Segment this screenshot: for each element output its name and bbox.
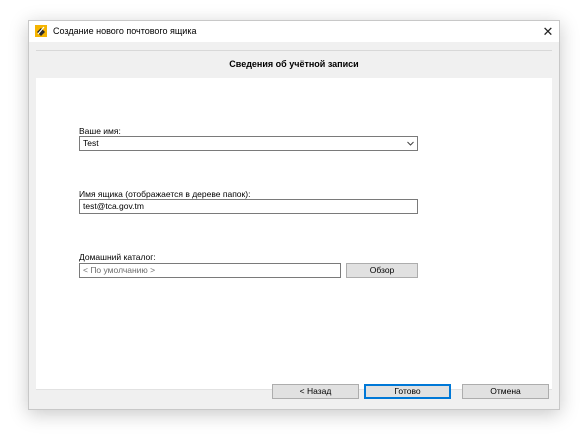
name-value: Test <box>83 138 99 148</box>
section-header: Сведения об учётной записи <box>36 50 552 79</box>
back-button[interactable]: < Назад <box>272 384 359 399</box>
section-title: Сведения об учётной записи <box>229 59 359 69</box>
mailbox-label: Имя ящика (отображается в дереве папок): <box>79 189 251 199</box>
chevron-down-icon[interactable] <box>406 138 415 149</box>
cancel-button[interactable]: Отмена <box>462 384 549 399</box>
dialog-window: Создание нового почтового ящика ✕ Сведен… <box>28 20 560 410</box>
close-icon[interactable]: ✕ <box>537 21 559 42</box>
home-dir-label: Домашний каталог: <box>79 252 156 262</box>
mailbox-value: test@tca.gov.tm <box>83 201 144 211</box>
name-label: Ваше имя: <box>79 126 121 136</box>
window-title: Создание нового почтового ящика <box>53 26 197 36</box>
name-combobox[interactable]: Test <box>79 136 418 151</box>
mailbox-name-input[interactable]: test@tca.gov.tm <box>79 199 418 214</box>
title-bar: Создание нового почтового ящика ✕ <box>29 21 559 42</box>
form-panel: Ваше имя: Test Имя ящика (отображается в… <box>36 78 552 390</box>
home-dir-placeholder: < По умолчанию > <box>83 265 156 275</box>
app-icon <box>35 25 47 37</box>
browse-button[interactable]: Обзор <box>346 263 418 278</box>
home-dir-input[interactable]: < По умолчанию > <box>79 263 341 278</box>
finish-button[interactable]: Готово <box>364 384 451 399</box>
